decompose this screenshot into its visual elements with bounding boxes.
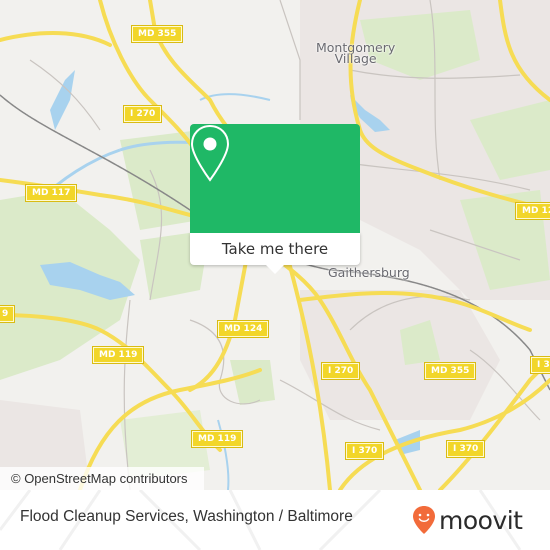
place-label-gaithersburg: Gaithersburg: [328, 265, 410, 280]
road-shield-md-119: MD 119: [91, 346, 145, 364]
map-attribution[interactable]: © OpenStreetMap contributors: [0, 467, 204, 490]
popup-header: [190, 124, 360, 233]
popup-pointer: [266, 265, 284, 274]
place-label-montgomery-village: Montgomery Village: [316, 40, 396, 66]
road-shield-md-124: MD 124: [216, 320, 270, 338]
road-shield-md-124: MD 12: [514, 202, 550, 220]
moovit-wordmark: moovit: [439, 505, 523, 535]
road-shield-md-355: MD 355: [423, 362, 477, 380]
road-shield-md-355: MD 355: [130, 25, 184, 43]
road-shield-i-370: I 370: [344, 442, 385, 460]
map-pin-icon: [190, 124, 230, 182]
road-shield-i-370: I 370: [445, 440, 486, 458]
map-view[interactable]: Montgomery Village Gaithersburg MD 355 I…: [0, 0, 550, 490]
road-shield-md-119: 9: [0, 305, 16, 323]
location-popup: Take me there: [190, 124, 360, 274]
road-shield-md-119: MD 119: [190, 430, 244, 448]
road-shield-i-370: I 3: [530, 356, 550, 374]
footer-title: Flood Cleanup Services, Washington / Bal…: [20, 508, 353, 525]
road-shield-md-117: MD 117: [24, 184, 78, 202]
road-shield-i-270: I 270: [320, 362, 361, 380]
moovit-logo[interactable]: moovit: [412, 502, 523, 538]
road-shield-i-270: I 270: [122, 105, 163, 123]
take-me-there-button[interactable]: Take me there: [190, 233, 360, 265]
moovit-pin-icon: [413, 506, 435, 534]
footer-bar: Flood Cleanup Services, Washington / Bal…: [0, 490, 550, 550]
